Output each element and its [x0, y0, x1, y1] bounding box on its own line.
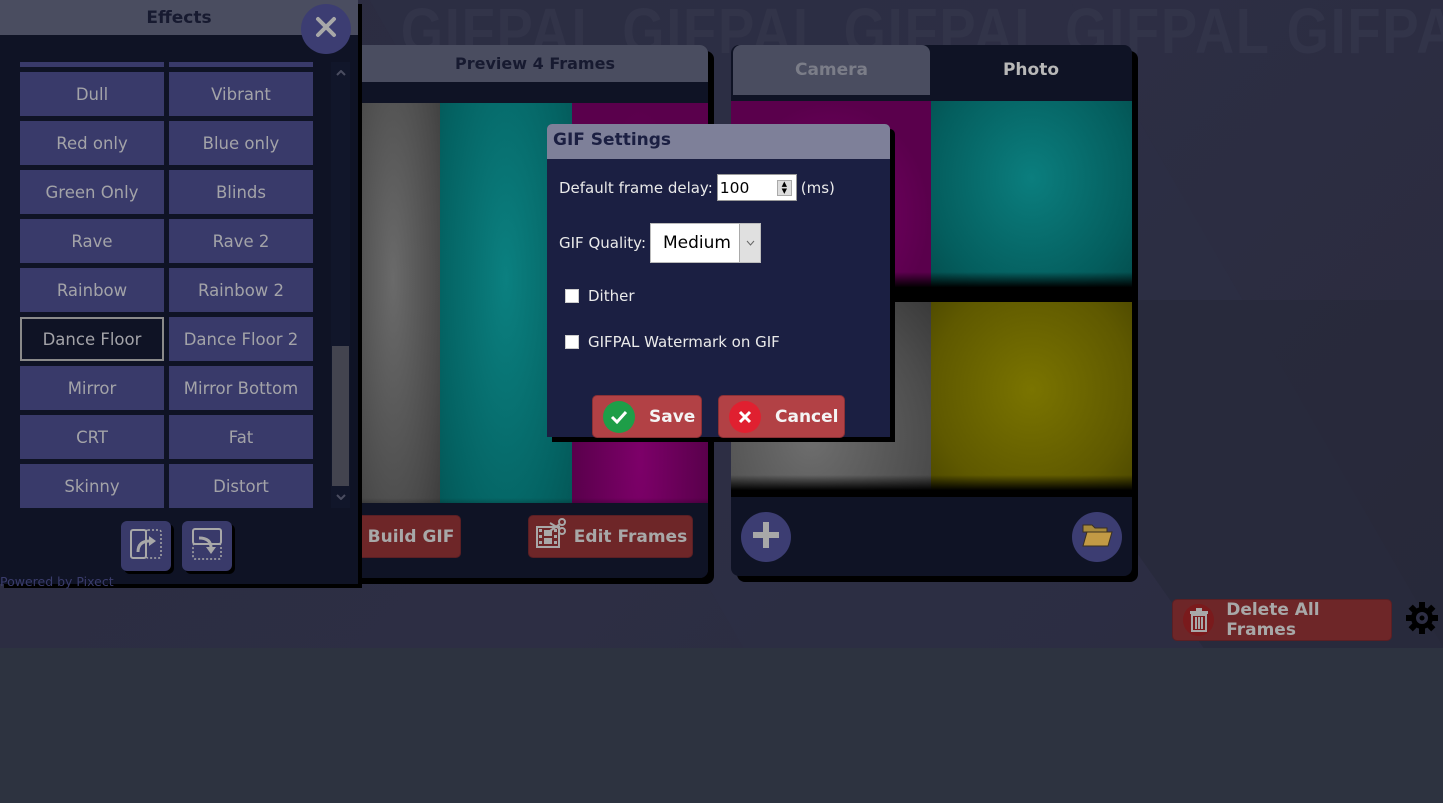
frame-thumbnail[interactable]: [931, 101, 1132, 294]
scroll-up-button[interactable]: [331, 62, 350, 84]
checkmark-icon: [603, 400, 635, 433]
frame-delay-stepper[interactable]: ▲ ▼: [776, 180, 792, 196]
effect-button[interactable]: Dance Floor: [20, 317, 164, 361]
quality-value: Medium: [663, 233, 731, 253]
scroll-down-button[interactable]: [331, 486, 350, 508]
gear-icon: [1405, 601, 1439, 639]
dialog-title: GIF Settings: [547, 124, 890, 159]
flip-horizontal-icon: [128, 526, 164, 566]
effects-list: Dull Vibrant Red only Blue only Green Only Bl…: [20, 62, 313, 510]
frame-delay-value: 100: [719, 178, 750, 197]
effect-button[interactable]: Rainbow: [20, 268, 164, 312]
lower-area: [0, 648, 1443, 803]
effect-button[interactable]: Dance Floor 2: [169, 317, 313, 361]
frame-delay-row: Default frame delay: 100 ▲ ▼ (ms): [559, 174, 835, 201]
close-effects-button[interactable]: [301, 4, 351, 54]
effect-button[interactable]: Blue only: [169, 121, 313, 165]
edit-frames-label: Edit Frames: [573, 526, 688, 547]
edit-frames-button[interactable]: Edit Frames: [528, 515, 693, 558]
effect-button[interactable]: Fat: [169, 415, 313, 459]
tab-photo[interactable]: Photo: [930, 45, 1132, 95]
trash-icon: [1183, 604, 1215, 636]
effects-grid: Dull Vibrant Red only Blue only Green Only Bl…: [20, 62, 313, 508]
film-scissors-icon: [534, 517, 568, 556]
build-gif-button[interactable]: Build GIF: [362, 515, 461, 558]
plus-icon: [751, 520, 781, 554]
chevron-down-icon[interactable]: [739, 224, 761, 262]
effect-button[interactable]: Mirror: [20, 366, 164, 410]
effect-button[interactable]: Blinds: [169, 170, 313, 214]
save-label: Save: [649, 406, 696, 427]
effect-button[interactable]: Rave: [20, 219, 164, 263]
effect-button[interactable]: Mirror Bottom: [169, 366, 313, 410]
quality-row: GIF Quality: Medium: [559, 223, 762, 263]
effect-button[interactable]: Distort: [169, 464, 313, 508]
open-folder-button[interactable]: [1072, 512, 1122, 562]
build-gif-label: Build GIF: [367, 526, 455, 547]
effect-button[interactable]: Vibrant: [169, 72, 313, 116]
close-icon: [315, 16, 337, 42]
preview-strip-gray: [362, 103, 440, 543]
frame-delay-input[interactable]: 100 ▲ ▼: [716, 174, 797, 201]
watermark-checkbox[interactable]: [565, 335, 579, 349]
effect-button[interactable]: [20, 62, 164, 67]
delete-all-frames-button[interactable]: Delete All Frames: [1172, 599, 1392, 641]
dither-option: Dither: [565, 287, 635, 305]
tab-preview[interactable]: Preview 4 Frames: [362, 45, 708, 82]
effect-button[interactable]: Rave 2: [169, 219, 313, 263]
effect-button[interactable]: [169, 62, 313, 67]
flip-horizontal-button[interactable]: [121, 521, 171, 571]
preview-actions: Build GIF Edit Frames: [362, 503, 708, 578]
effects-panel: Effects Dull Vibrant Red only Blue only Gree…: [0, 0, 358, 589]
cancel-label: Cancel: [775, 406, 839, 427]
flip-vertical-button[interactable]: [182, 521, 232, 571]
quality-select[interactable]: Medium: [650, 223, 762, 263]
frame-delay-label: Default frame delay:: [559, 178, 713, 197]
effect-button[interactable]: Red only: [20, 121, 164, 165]
scrollbar-thumb[interactable]: [332, 346, 349, 486]
delete-all-frames-label: Delete All Frames: [1226, 600, 1320, 640]
effect-button[interactable]: CRT: [20, 415, 164, 459]
tab-camera[interactable]: Camera: [733, 45, 930, 95]
folder-icon: [1081, 522, 1113, 552]
watermark-label: GIFPAL Watermark on GIF: [588, 333, 780, 351]
quality-label: GIF Quality:: [559, 234, 647, 252]
cancel-button[interactable]: Cancel: [718, 395, 845, 438]
effect-button[interactable]: Rainbow 2: [169, 268, 313, 312]
powered-by-link[interactable]: Powered by Pixect: [0, 574, 114, 589]
gif-settings-dialog: GIF Settings Default frame delay: 100 ▲ …: [547, 124, 890, 438]
add-frame-button[interactable]: [741, 512, 791, 562]
cancel-x-icon: [729, 400, 761, 433]
stepper-down-icon[interactable]: ▼: [782, 188, 787, 195]
effect-button[interactable]: Dull: [20, 72, 164, 116]
save-button[interactable]: Save: [592, 395, 702, 438]
dither-label: Dither: [588, 287, 635, 305]
settings-button[interactable]: [1404, 602, 1440, 638]
dither-checkbox[interactable]: [565, 289, 579, 303]
watermark-option: GIFPAL Watermark on GIF: [565, 333, 780, 351]
frame-delay-unit: (ms): [800, 178, 835, 197]
effects-scrollbar[interactable]: [331, 62, 350, 508]
effect-button[interactable]: Green Only: [20, 170, 164, 214]
effect-button[interactable]: Skinny: [20, 464, 164, 508]
flip-vertical-icon: [189, 526, 225, 566]
frame-thumbnail[interactable]: [931, 302, 1132, 497]
